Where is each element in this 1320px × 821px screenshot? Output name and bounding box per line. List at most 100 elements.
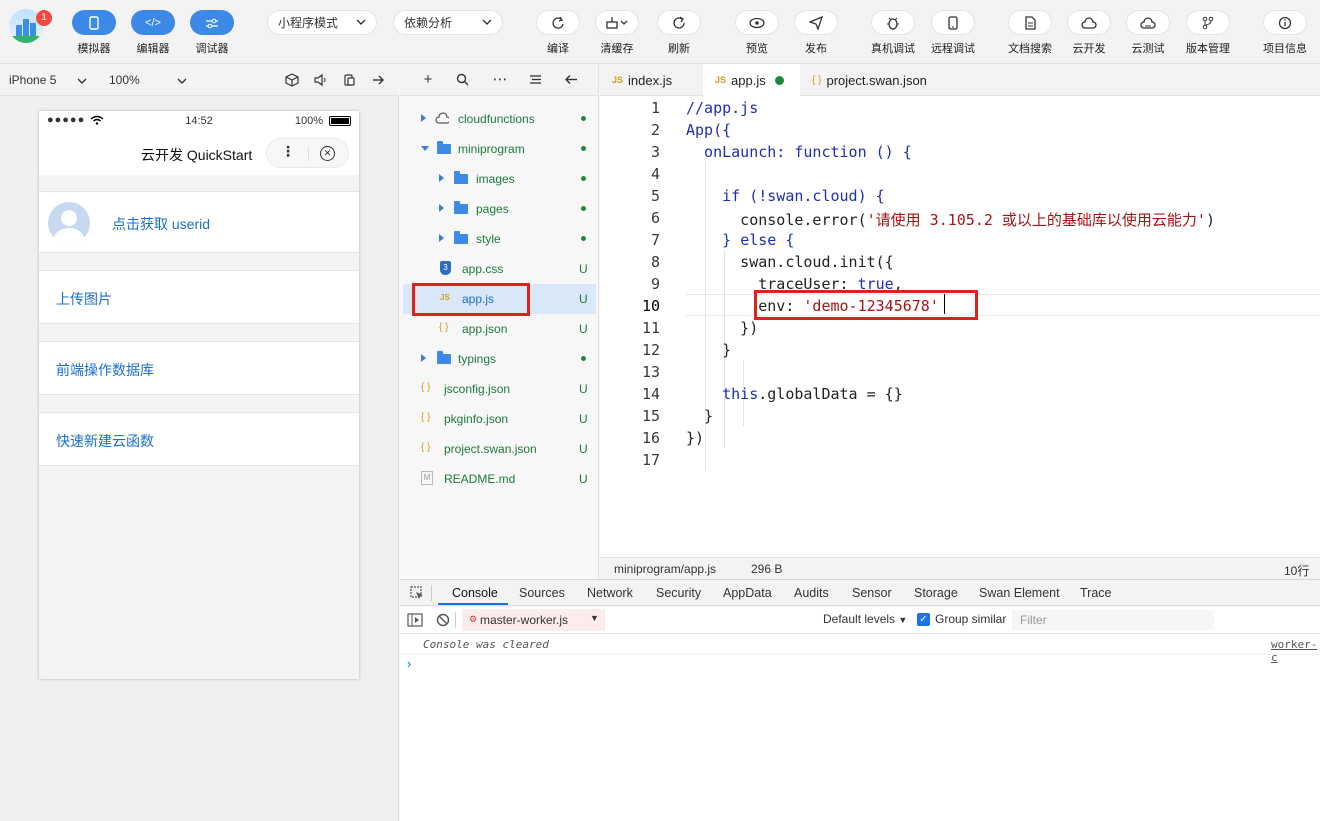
simulator-toggle-button[interactable]: [72, 10, 116, 35]
tree-item-app-css[interactable]: 3 app.css U: [400, 254, 599, 284]
tab-audits[interactable]: Audits: [794, 586, 829, 600]
mobile-icon: [948, 15, 958, 30]
more-dots-icon[interactable]: ⋮: [281, 143, 295, 160]
tab-trace[interactable]: Trace: [1080, 586, 1112, 600]
cube-icon[interactable]: [284, 72, 300, 88]
chevron-down-icon: [356, 19, 366, 25]
clear-console-icon[interactable]: [436, 613, 450, 627]
cloud-dev-button[interactable]: [1067, 10, 1111, 35]
cloud-function-item[interactable]: 快速新建云函数: [39, 412, 359, 466]
sidebar-toggle-icon[interactable]: [407, 613, 423, 627]
clear-cache-button[interactable]: [595, 10, 639, 35]
tree-item-miniprogram[interactable]: miniprogram: [400, 134, 599, 164]
tree-item-label: app.json: [462, 322, 508, 336]
status-dot: [581, 146, 586, 151]
doc-search-button[interactable]: [1008, 10, 1052, 35]
tree-item-readme[interactable]: M README.md U: [400, 464, 599, 494]
code-line-3: onLaunch: function () {: [686, 143, 912, 161]
tab-project-swan-json[interactable]: { } project.swan.json: [800, 64, 960, 96]
refresh-cycle-icon: [552, 16, 564, 29]
status-label: U: [579, 412, 588, 426]
device-debug-button[interactable]: [871, 10, 915, 35]
phone-icon: [89, 15, 99, 30]
js-file-icon: JS: [612, 75, 624, 85]
console-prompt-icon[interactable]: ›: [407, 656, 411, 671]
group-similar-checkbox[interactable]: ✓: [917, 613, 930, 626]
search-icon[interactable]: [453, 70, 471, 88]
tree-item-project-swan[interactable]: { } project.swan.json U: [400, 434, 599, 464]
refresh-label: 刷新: [668, 43, 690, 55]
js-file-icon: JS: [715, 75, 727, 85]
debugger-toggle-button[interactable]: [190, 10, 234, 35]
default-levels-select[interactable]: Default levels ▼: [823, 612, 907, 626]
markdown-file-icon: M: [421, 471, 433, 485]
zoom-select[interactable]: 100%: [109, 73, 140, 87]
device-select[interactable]: iPhone 5: [9, 73, 56, 87]
code-line-7: } else {: [686, 231, 795, 249]
status-label: U: [579, 262, 588, 276]
status-dot: [581, 236, 586, 241]
dropdown-triangle-icon: ▼: [898, 615, 908, 625]
tree-item-style[interactable]: style: [400, 224, 599, 254]
userid-card[interactable]: 点击获取 userid: [39, 191, 359, 253]
publish-button[interactable]: [794, 10, 838, 35]
database-item[interactable]: 前端操作数据库: [39, 341, 359, 395]
collapse-list-icon[interactable]: [526, 70, 544, 88]
tree-item-label: README.md: [444, 472, 516, 486]
mode-select[interactable]: 小程序模式: [267, 10, 377, 35]
dependency-select[interactable]: 依赖分析: [393, 10, 503, 35]
status-label: U: [579, 472, 588, 486]
tree-item-app-json[interactable]: { } app.json U: [400, 314, 599, 344]
tree-item-images[interactable]: images: [400, 164, 599, 194]
more-horizontal-icon[interactable]: ⋯: [491, 70, 509, 88]
code-line-8: swan.cloud.init({: [686, 253, 894, 271]
bug-icon: [887, 17, 899, 30]
context-select[interactable]: ⚙ master-worker.js ▼: [462, 609, 605, 631]
tab-console[interactable]: Console: [452, 586, 498, 600]
document-icon: [1025, 15, 1036, 30]
compile-button[interactable]: [536, 10, 580, 35]
console-source-link[interactable]: worker-c: [1271, 638, 1320, 664]
close-circle-icon[interactable]: ✕: [320, 146, 335, 161]
inspect-element-icon[interactable]: [410, 586, 424, 600]
tab-index-js[interactable]: JS index.js: [600, 64, 703, 96]
remote-debug-button[interactable]: [931, 10, 975, 35]
get-userid-button[interactable]: 点击获取 userid: [112, 214, 210, 234]
tab-swan-element[interactable]: Swan Element: [979, 586, 1060, 600]
upload-image-item[interactable]: 上传图片: [39, 270, 359, 324]
arrow-left-icon[interactable]: [562, 70, 580, 88]
tab-appdata[interactable]: AppData: [723, 586, 772, 600]
add-icon[interactable]: +: [419, 70, 437, 88]
tab-network[interactable]: Network: [587, 586, 633, 600]
simulator-toolbar: iPhone 5 100%: [0, 64, 399, 96]
tree-item-cloudfunctions[interactable]: cloudfunctions: [400, 104, 599, 134]
tree-item-pkginfo[interactable]: { } pkginfo.json U: [400, 404, 599, 434]
dropdown-triangle-icon: ▼: [590, 613, 599, 623]
modified-dot: [774, 75, 784, 85]
console-filter-input[interactable]: Filter: [1012, 610, 1214, 630]
editor-toggle-button[interactable]: </>: [131, 10, 175, 35]
tab-security[interactable]: Security: [656, 586, 701, 600]
tab-sources[interactable]: Sources: [519, 586, 565, 600]
arrow-right-icon[interactable]: [370, 72, 386, 88]
tab-app-js[interactable]: JS app.js: [703, 64, 800, 96]
chevron-down-icon[interactable]: [77, 76, 87, 86]
tree-item-typings[interactable]: typings: [400, 344, 599, 374]
tab-storage[interactable]: Storage: [914, 586, 958, 600]
console-output[interactable]: Console was cleared worker-c ›: [400, 634, 1320, 821]
refresh-button[interactable]: [657, 10, 701, 35]
rotate-device-icon[interactable]: [341, 72, 357, 88]
preview-button[interactable]: [735, 10, 779, 35]
explorer-toolbar: + ⋯: [400, 64, 599, 96]
version-mgmt-button[interactable]: [1186, 10, 1230, 35]
tree-item-label: jsconfig.json: [444, 382, 511, 396]
project-info-button[interactable]: [1263, 10, 1307, 35]
code-editor[interactable]: 1 2 3 4 5 6 7 8 9 10 11 12 13 14 15 16 1…: [600, 96, 1320, 557]
tree-item-pages[interactable]: pages: [400, 194, 599, 224]
phone-screen: ●●●●● 14:52 100% 云开发 QuickStart ⋮ ✕ 点击获取…: [39, 111, 359, 679]
speaker-icon[interactable]: [312, 72, 328, 88]
cloud-test-button[interactable]: [1126, 10, 1170, 35]
tab-sensor[interactable]: Sensor: [852, 586, 892, 600]
chevron-down-icon[interactable]: [177, 76, 187, 86]
tree-item-jsconfig[interactable]: { } jsconfig.json U: [400, 374, 599, 404]
